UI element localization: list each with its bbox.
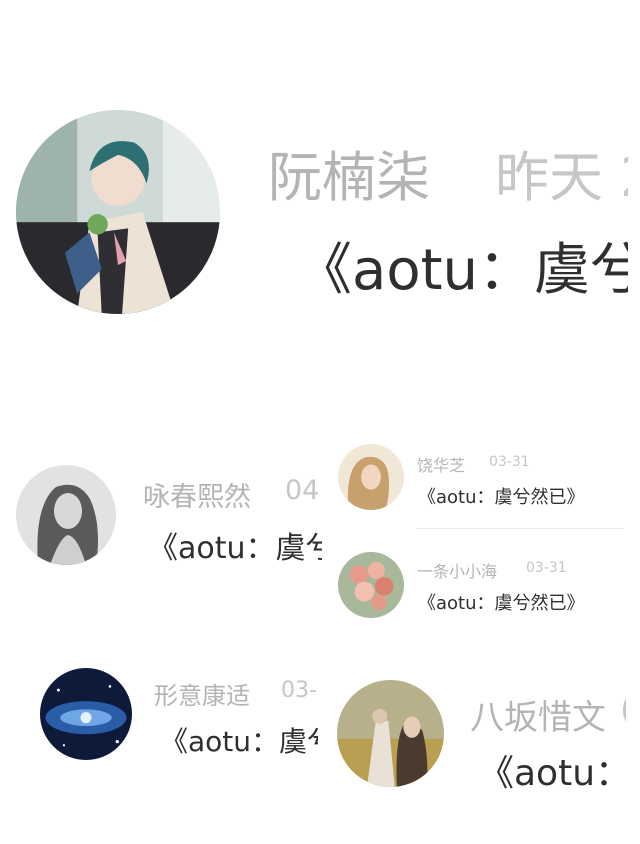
avatar[interactable] [338,444,404,510]
comment-item[interactable]: 咏春熙然 04 《aotu：虞兮 [0,452,322,582]
timestamp: 昨天 2 [495,146,628,209]
timestamp: ( [620,690,626,730]
username[interactable]: 一条小小海 [417,558,497,582]
avatar[interactable] [338,552,404,618]
timestamp: 03-2 [281,678,318,703]
comment-item[interactable]: 形意康适 03-2 《aotu：虞兮 [0,654,318,774]
username[interactable]: 饶华芝 [417,452,465,476]
comment-text[interactable]: 《aotu：虞兮然已》 [418,589,585,615]
avatar[interactable] [40,668,132,760]
comment-text[interactable]: 《aotu：虞兮然已》 [418,483,585,509]
avatar[interactable] [16,110,220,314]
avatar[interactable] [337,680,444,787]
comment-item[interactable]: 八坂惜文 ( 《aotu：虞 [332,668,626,808]
anime-character-avatar-icon [16,110,220,314]
timestamp: 03-31 [489,454,530,470]
timestamp: 04 [285,475,320,506]
galaxy-avatar-icon [40,668,132,760]
girl-in-field-avatar-icon [337,680,444,787]
username[interactable]: 八坂惜文 [470,690,606,739]
comment-list-panel: 饶华芝 03-31 《aotu：虞兮然已》 一条小小海 03-31 《aotu：… [326,434,624,626]
flower-bouquet-avatar-icon [338,552,404,618]
username[interactable]: 咏春熙然 [143,475,251,514]
comment-text[interactable]: 《aotu：虞 [478,744,626,796]
comment-text[interactable]: 《aotu：虞兮 [296,225,628,306]
divider [416,528,624,529]
avatar[interactable] [16,465,116,565]
comment-text[interactable]: 《aotu：虞兮 [148,523,322,567]
girl-portrait-avatar-icon [338,444,404,510]
username[interactable]: 阮楠柒 [268,133,430,212]
comment-text[interactable]: 《aotu：虞兮 [160,720,318,760]
comment-item[interactable]: 阮楠柒 昨天 2 《aotu：虞兮 [0,95,628,330]
timestamp: 03-31 [526,560,567,576]
girl-portrait-avatar-icon [16,465,116,565]
username[interactable]: 形意康适 [154,676,250,711]
